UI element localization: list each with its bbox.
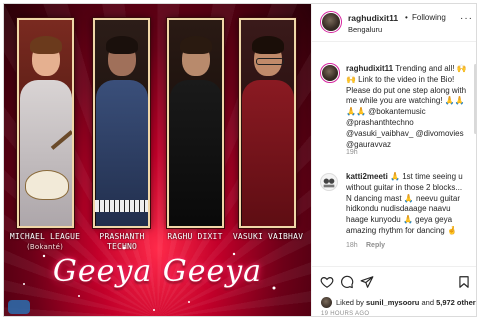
caption-text: Trending and all! 🙌🙌 Link to the video i… bbox=[346, 64, 467, 149]
comment-username[interactable]: katti2meeti bbox=[346, 172, 388, 181]
likes-count-link[interactable]: 5,972 others bbox=[436, 298, 476, 307]
artist-name: RAGHU DIXIT bbox=[167, 232, 223, 241]
artist-panel-michael-league bbox=[17, 18, 74, 228]
more-options-icon[interactable]: ··· bbox=[460, 13, 473, 24]
post-sidebar: raghudixit11 • Following Bengaluru ··· r… bbox=[311, 4, 476, 317]
artist-panel-prashanth-techno bbox=[93, 18, 150, 228]
likes-summary: Liked by sunil_mysooru and 5,972 others bbox=[336, 298, 476, 307]
comments-scrollbar[interactable] bbox=[474, 64, 476, 134]
commenter-avatar[interactable] bbox=[320, 173, 338, 191]
post-header: raghudixit11 • Following Bengaluru ··· bbox=[312, 4, 476, 42]
label-logo bbox=[8, 300, 30, 314]
bookmark-icon[interactable] bbox=[457, 275, 471, 289]
instagram-post: MICHAEL LEAGUE (Bokanté) PRASHANTH TECHN… bbox=[3, 3, 477, 317]
author-avatar[interactable] bbox=[320, 11, 342, 33]
liked-prefix: Liked by bbox=[336, 298, 367, 307]
author-username[interactable]: raghudixit11 bbox=[348, 13, 398, 23]
song-title: Geeya Geeya bbox=[52, 254, 263, 289]
artist-panel-vasuki-vaibhav bbox=[239, 18, 296, 228]
post-image[interactable]: MICHAEL LEAGUE (Bokanté) PRASHANTH TECHN… bbox=[4, 4, 311, 316]
liked-and: and bbox=[419, 298, 437, 307]
artist-name: PRASHANTH TECHNO bbox=[99, 232, 145, 251]
post-timestamp: 19 HOURS AGO bbox=[321, 311, 370, 317]
follow-dot: • bbox=[405, 13, 408, 22]
caption-timestamp: 19h bbox=[346, 149, 358, 156]
heart-icon[interactable] bbox=[320, 275, 334, 289]
liked-user-link[interactable]: sunil_mysooru bbox=[366, 298, 419, 307]
liker-avatar[interactable] bbox=[321, 297, 332, 308]
artist-caption-3: RAGHU DIXIT bbox=[157, 232, 233, 242]
comment: katti2meeti 🙏 1st time seeing u without … bbox=[346, 172, 470, 237]
comment-timestamp: 18h bbox=[346, 242, 358, 249]
artist-band: (Bokanté) bbox=[26, 243, 64, 251]
artist-panel-raghu-dixit bbox=[167, 18, 224, 228]
post-actions: Liked by sunil_mysooru and 5,972 others … bbox=[312, 266, 476, 317]
artist-caption-1: MICHAEL LEAGUE (Bokanté) bbox=[7, 232, 83, 252]
artist-caption-4: VASUKI VAIBHAV bbox=[230, 232, 306, 242]
reply-link[interactable]: Reply bbox=[366, 242, 385, 249]
caption-author-avatar[interactable] bbox=[320, 63, 340, 83]
caption-username[interactable]: raghudixit11 bbox=[346, 64, 393, 73]
send-icon[interactable] bbox=[360, 275, 374, 289]
artist-caption-2: PRASHANTH TECHNO bbox=[84, 232, 160, 252]
artist-name: MICHAEL LEAGUE bbox=[9, 232, 81, 241]
follow-button[interactable]: Following bbox=[412, 13, 446, 22]
artist-name: VASUKI VAIBHAV bbox=[232, 232, 304, 241]
cartoon-avatar-icon bbox=[323, 178, 335, 188]
comment-text: 🙏 1st time seeing u without guitar in th… bbox=[346, 172, 463, 235]
comment-icon[interactable] bbox=[340, 275, 354, 289]
location-link[interactable]: Bengaluru bbox=[348, 25, 382, 34]
post-caption: raghudixit11 Trending and all! 🙌🙌 Link t… bbox=[346, 64, 470, 150]
